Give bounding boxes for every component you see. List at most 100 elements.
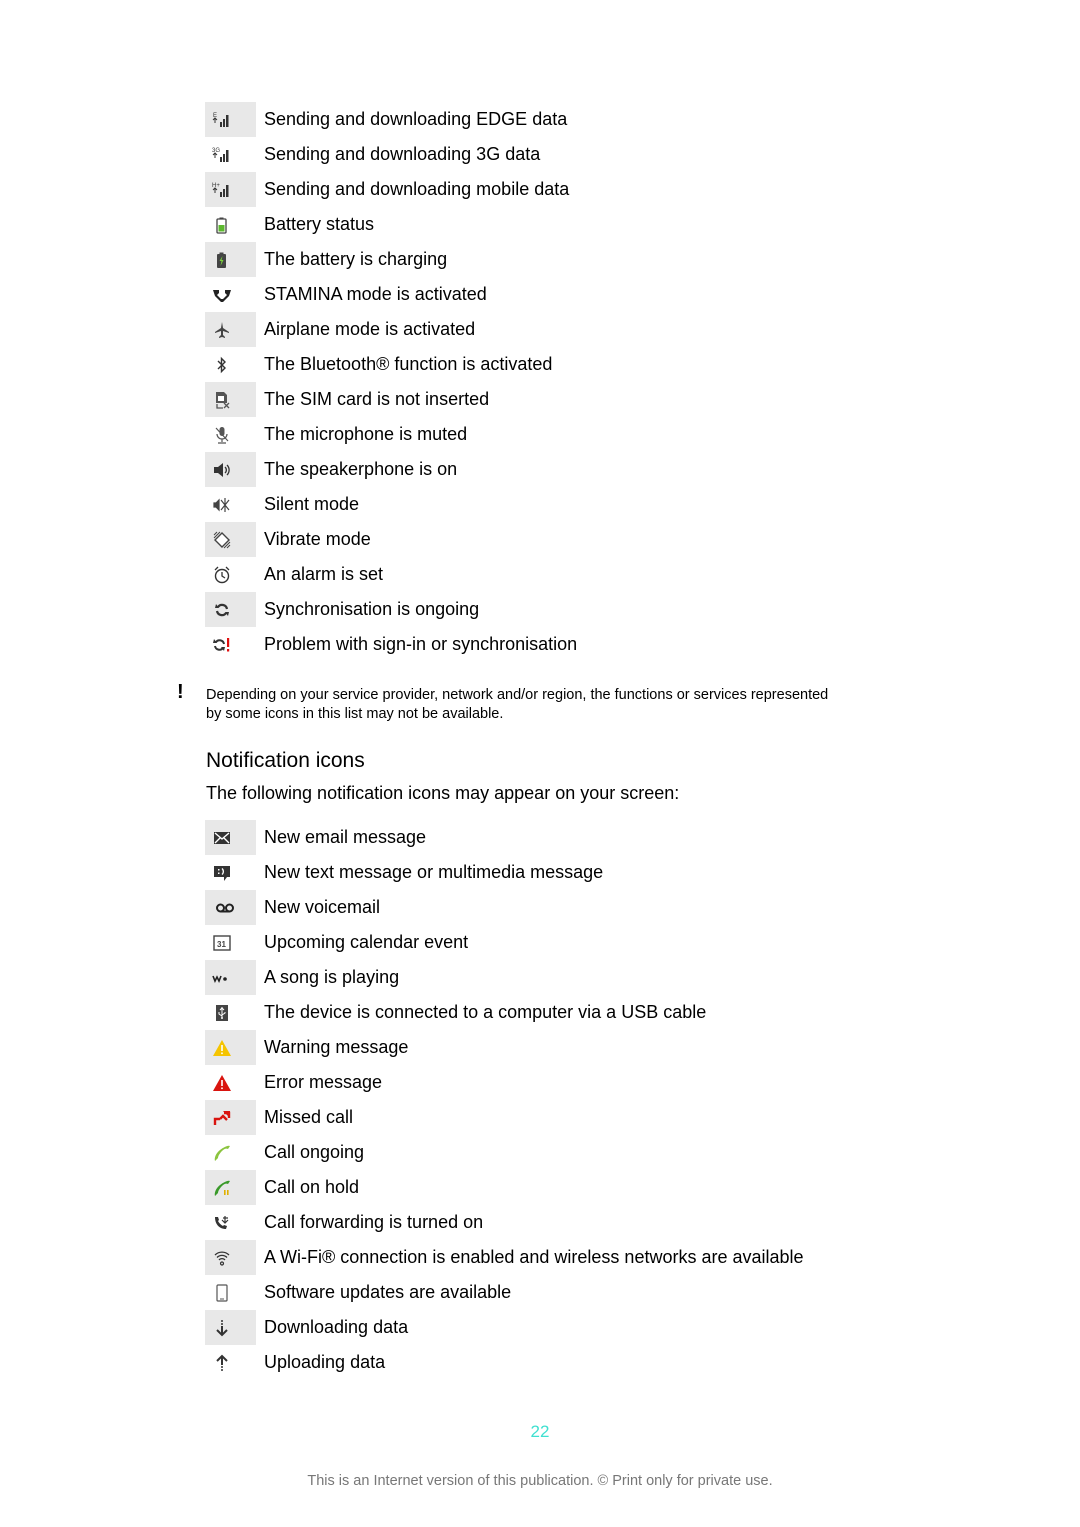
section-intro: The following notification icons may app… bbox=[206, 783, 680, 803]
list-item: Airplane mode is activated bbox=[205, 312, 577, 347]
alarm-icon bbox=[205, 557, 256, 592]
list-item-label: Synchronisation is ongoing bbox=[264, 599, 480, 619]
3g-data-icon: 3G bbox=[205, 137, 256, 172]
list-item: The SIM card is not inserted bbox=[205, 382, 577, 417]
list-item: An alarm is set bbox=[205, 557, 577, 592]
battery-icon bbox=[205, 207, 256, 242]
list-item-label: The SIM card is not inserted bbox=[264, 389, 490, 409]
status-icon-list: E Sending and downloading EDGE data 3G Send… bbox=[205, 102, 577, 662]
list-item: Call ongoing bbox=[205, 1135, 804, 1170]
call-forward-icon bbox=[205, 1205, 256, 1240]
list-item: Call on hold bbox=[205, 1170, 804, 1205]
list-item: Call forwarding is turned on bbox=[205, 1205, 804, 1240]
list-item-label: A Wi-Fi® connection is enabled and wirel… bbox=[264, 1247, 804, 1267]
error-icon bbox=[205, 1065, 256, 1100]
list-item-label: New voicemail bbox=[264, 897, 381, 917]
list-item: The Bluetooth® function is activated bbox=[205, 347, 577, 382]
list-item: Missed call bbox=[205, 1100, 804, 1135]
footer-text: This is an Internet version of this publ… bbox=[307, 1473, 773, 1489]
list-item-label: STAMINA mode is activated bbox=[264, 284, 487, 304]
list-item: The battery is charging bbox=[205, 242, 577, 277]
wifi-icon bbox=[205, 1240, 256, 1275]
list-item-label: Warning message bbox=[264, 1037, 409, 1057]
email-icon bbox=[205, 820, 256, 855]
list-item: Silent mode bbox=[205, 487, 577, 522]
list-item-label: Uploading data bbox=[264, 1352, 386, 1372]
calendar-icon: 31 bbox=[205, 925, 256, 960]
call-ongoing-icon bbox=[205, 1135, 256, 1170]
battery-charging-icon bbox=[205, 242, 256, 277]
list-item-label: Sending and downloading 3G data bbox=[264, 144, 541, 164]
list-item: New voicemail bbox=[205, 890, 804, 925]
list-item-label: Missed call bbox=[264, 1107, 354, 1127]
page-number: 22 bbox=[530, 1422, 550, 1441]
list-item-label: Silent mode bbox=[264, 494, 360, 514]
call-hold-icon bbox=[205, 1170, 256, 1205]
list-item-label: Call forwarding is turned on bbox=[264, 1212, 484, 1232]
list-item-label: The Bluetooth® function is activated bbox=[264, 354, 553, 374]
notification-icon-list: New email message New text message or mul… bbox=[205, 820, 804, 1380]
list-item-label: Sending and downloading EDGE data bbox=[264, 109, 568, 129]
availability-note: Depending on your service provider, netw… bbox=[206, 687, 829, 722]
silent-mode-icon bbox=[205, 487, 256, 522]
vibrate-icon bbox=[205, 522, 256, 557]
list-item-label: The battery is charging bbox=[264, 249, 448, 269]
list-item: Uploading data bbox=[205, 1345, 804, 1380]
list-item-label: The device is connected to a computer vi… bbox=[264, 1002, 707, 1022]
list-item-label: Downloading data bbox=[264, 1317, 409, 1337]
sync-icon bbox=[205, 592, 256, 627]
list-item-label: Call on hold bbox=[264, 1177, 360, 1197]
list-item-label: Battery status bbox=[264, 214, 375, 234]
list-item-label: Problem with sign-in or synchronisation bbox=[264, 634, 578, 654]
list-item-label: Software updates are available bbox=[264, 1282, 512, 1302]
walkman-icon bbox=[205, 960, 256, 995]
list-item: Error message bbox=[205, 1065, 804, 1100]
list-item: E Sending and downloading EDGE data bbox=[205, 102, 577, 137]
list-item: New text message or multimedia message bbox=[205, 855, 804, 890]
list-item: Software updates are available bbox=[205, 1275, 804, 1310]
list-item: The speakerphone is on bbox=[205, 452, 577, 487]
edge-data-icon: E bbox=[205, 102, 256, 137]
svg-text:31: 31 bbox=[217, 940, 226, 949]
list-item-label: Call ongoing bbox=[264, 1142, 365, 1162]
list-item: Problem with sign-in or synchronisation bbox=[205, 627, 577, 662]
list-item-label: New text message or multimedia message bbox=[264, 862, 604, 882]
section-heading: Notification icons bbox=[206, 749, 365, 772]
speakerphone-icon bbox=[205, 452, 256, 487]
list-item-label: Error message bbox=[264, 1072, 383, 1092]
text-message-icon bbox=[205, 855, 256, 890]
list-item: Warning message bbox=[205, 1030, 804, 1065]
svg-text:H+: H+ bbox=[212, 183, 220, 189]
list-item: The device is connected to a computer vi… bbox=[205, 995, 804, 1030]
list-item: Downloading data bbox=[205, 1310, 804, 1345]
bluetooth-icon bbox=[205, 347, 256, 382]
list-item: Vibrate mode bbox=[205, 522, 577, 557]
list-item-label: An alarm is set bbox=[264, 564, 384, 584]
list-item: New email message bbox=[205, 820, 804, 855]
software-update-icon bbox=[205, 1275, 256, 1310]
svg-text:3G: 3G bbox=[212, 148, 220, 154]
missed-call-icon bbox=[205, 1100, 256, 1135]
list-item: A Wi-Fi® connection is enabled and wirel… bbox=[205, 1240, 804, 1275]
list-item: The microphone is muted bbox=[205, 417, 577, 452]
warning-icon bbox=[205, 1030, 256, 1065]
stamina-icon bbox=[205, 277, 256, 312]
upload-icon bbox=[205, 1345, 256, 1380]
list-item: A song is playing bbox=[205, 960, 804, 995]
list-item-label: New email message bbox=[264, 827, 427, 847]
note-exclamation-icon: ! bbox=[177, 681, 184, 703]
list-item-label: Sending and downloading mobile data bbox=[264, 179, 570, 199]
list-item: 31 Upcoming calendar event bbox=[205, 925, 804, 960]
no-sim-icon bbox=[205, 382, 256, 417]
mic-muted-icon bbox=[205, 417, 256, 452]
list-item: STAMINA mode is activated bbox=[205, 277, 577, 312]
download-icon bbox=[205, 1310, 256, 1345]
mobile-data-icon: H+ bbox=[205, 172, 256, 207]
list-item-label: The microphone is muted bbox=[264, 424, 468, 444]
list-item: H+ Sending and downloading mobile data bbox=[205, 172, 577, 207]
list-item-label: Upcoming calendar event bbox=[264, 932, 469, 952]
list-item-label: Airplane mode is activated bbox=[264, 319, 476, 339]
list-item-label: A song is playing bbox=[264, 967, 400, 987]
list-item: Battery status bbox=[205, 207, 577, 242]
list-item: Synchronisation is ongoing bbox=[205, 592, 577, 627]
